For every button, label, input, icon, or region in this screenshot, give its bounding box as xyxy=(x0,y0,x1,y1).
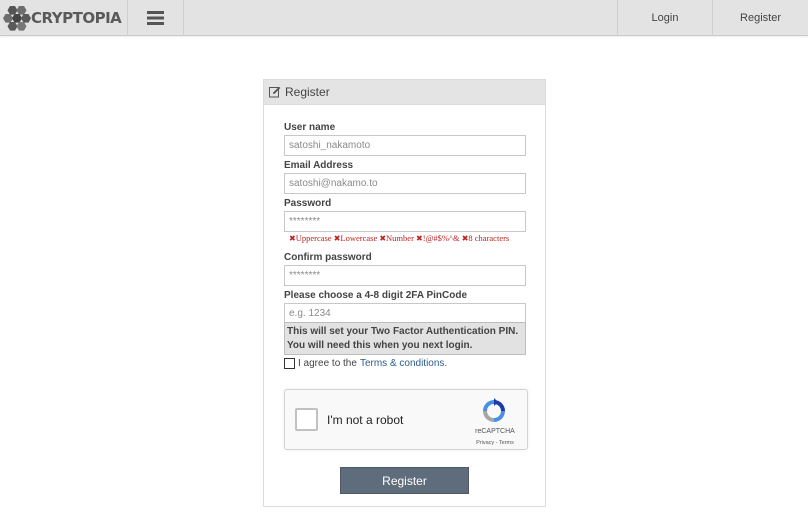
nav-divider xyxy=(183,0,184,36)
terms-suffix: . xyxy=(444,358,448,369)
panel-heading: Register xyxy=(264,80,545,105)
rule-number: ✖Number xyxy=(379,233,414,243)
password-input[interactable]: ******** xyxy=(284,211,526,232)
hexagon-logo-icon xyxy=(3,5,31,31)
rule-length: ✖8 characters xyxy=(461,233,510,243)
cryptopia-logo[interactable]: CRYPTOPIA xyxy=(2,2,126,33)
nav-login-link[interactable]: Login xyxy=(618,0,712,36)
pin-note-line1: This will set your Two Factor Authentica… xyxy=(287,326,519,337)
recaptcha-terms-link[interactable]: Terms xyxy=(499,440,514,446)
recaptcha-brand: reCAPTCHA xyxy=(475,428,515,435)
cross-icon: ✖ xyxy=(289,234,296,243)
logo-text: CRYPTOPIA xyxy=(31,8,122,27)
terms-checkbox[interactable] xyxy=(284,358,295,369)
recaptcha-privacy-link[interactable]: Privacy xyxy=(476,440,494,446)
nav-register-link[interactable]: Register xyxy=(713,0,808,36)
register-submit-button[interactable]: Register xyxy=(340,467,469,494)
username-label: User name xyxy=(284,122,336,133)
rule-lowercase: ✖Lowercase xyxy=(333,233,378,243)
register-panel: Register User name satoshi_nakamoto Emai… xyxy=(263,79,546,507)
confirm-password-input[interactable]: ******** xyxy=(284,265,526,286)
pin-note: This will set your Two Factor Authentica… xyxy=(284,322,526,355)
cross-icon: ✖ xyxy=(416,234,423,243)
username-input[interactable]: satoshi_nakamoto xyxy=(284,135,526,156)
terms-link[interactable]: Terms & conditions xyxy=(360,358,444,369)
agree-text: I agree to the xyxy=(298,358,357,369)
rule-symbol: ✖!@#$%^& xyxy=(416,233,460,243)
pin-note-line2: You will need this when you next login. xyxy=(287,340,473,351)
menu-toggle-button[interactable] xyxy=(127,0,183,36)
edit-icon xyxy=(269,86,281,98)
recaptcha-icon xyxy=(483,398,505,422)
pin-label: Please choose a 4-8 digit 2FA PinCode xyxy=(284,290,468,301)
recaptcha-links: Privacy - Terms xyxy=(470,440,520,446)
password-rules: ✖Uppercase ✖Lowercase ✖Number ✖!@#$%^& ✖… xyxy=(289,233,509,243)
password-label: Password xyxy=(284,198,332,209)
terms-agreement: I agree to the Terms & conditions. xyxy=(284,358,447,369)
hamburger-icon xyxy=(146,11,164,25)
email-input[interactable]: satoshi@nakamo.to xyxy=(284,173,526,194)
top-navbar: CRYPTOPIA Login Register xyxy=(0,0,808,36)
confirm-password-label: Confirm password xyxy=(284,252,372,263)
recaptcha-widget: I'm not a robot reCAPTCHA Privacy - Term… xyxy=(284,389,528,450)
panel-title: Register xyxy=(285,85,330,99)
recaptcha-label: I'm not a robot xyxy=(327,413,404,427)
email-label: Email Address xyxy=(284,160,354,171)
recaptcha-checkbox[interactable] xyxy=(295,408,318,431)
pin-input[interactable]: e.g. 1234 xyxy=(284,303,526,324)
rule-uppercase: ✖Uppercase xyxy=(289,233,332,243)
